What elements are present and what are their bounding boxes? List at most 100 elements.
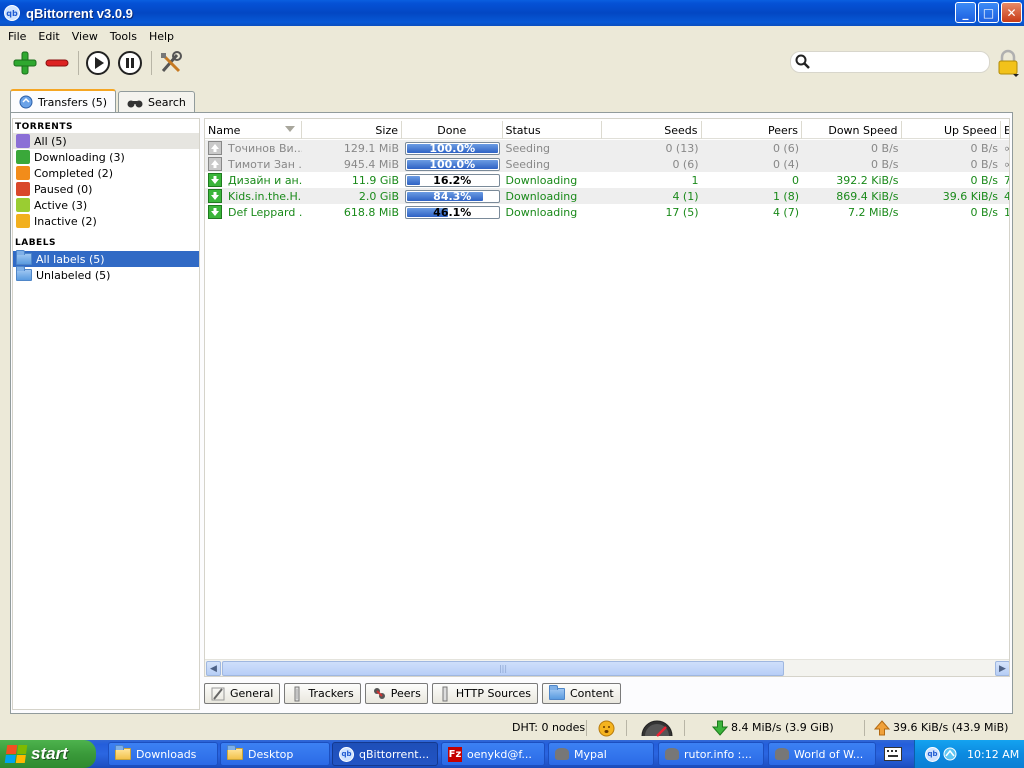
download-speed-status[interactable]: 8.4 MiB/s (3.9 GiB) [731,721,834,734]
maximize-icon: □ [982,5,995,20]
sidebar-item-label: Inactive (2) [34,214,97,228]
close-button[interactable]: ✕ [1001,2,1022,23]
taskbar-item-downloads[interactable]: Downloads [108,742,218,766]
keyboard-icon[interactable] [884,747,902,761]
sidebar-item-completed[interactable]: Completed (2) [13,165,199,181]
menu-edit[interactable]: Edit [32,30,65,43]
sidebar-item-unlabeled[interactable]: Unlabeled (5) [13,266,199,283]
downloading-icon [208,205,222,219]
torrent-peers: 1 (8) [772,189,800,203]
torrent-size: 945.4 MiB [343,157,400,171]
torrent-size: 129.1 MiB [343,141,400,155]
qbittorrent-tray-icon[interactable]: qb [925,746,940,762]
horizontal-scrollbar[interactable]: ◀ ||| ▶ [205,659,1009,676]
delete-torrent-button[interactable] [42,48,72,78]
taskbar-item-rutor[interactable]: rutor.info :... [658,742,764,766]
paused-icon [16,182,30,196]
all-icon [16,134,30,148]
search-field[interactable] [790,51,990,73]
scroll-left-button[interactable]: ◀ [206,661,221,676]
lock-button[interactable] [996,49,1020,77]
maximize-button[interactable]: □ [978,2,999,23]
sidebar-item-all[interactable]: All (5) [13,133,199,149]
progress-bar: 100.0% [405,141,500,155]
column-header-peers[interactable]: Peers [702,121,803,139]
torrent-eta: ∞ [1004,142,1009,155]
sidebar-item-label: Active (3) [34,198,88,212]
folder-icon [16,250,32,265]
network-icon[interactable] [943,747,957,761]
column-header-eta[interactable]: E [1001,121,1009,139]
content-folder-icon [548,684,565,700]
filezilla-icon: Fz [448,746,462,762]
column-label: Status [505,123,541,137]
main-window: File Edit View Tools Help Transfers (5) … [0,26,1024,740]
taskbar-item-qbittorrent[interactable]: qb qBittorrent... [332,742,438,766]
sidebar-item-inactive[interactable]: Inactive (2) [13,213,199,229]
menu-view[interactable]: View [66,30,104,43]
torrent-up-speed: 0 B/s [970,141,999,155]
taskbar-item-label: oenykd@f... [467,747,532,761]
upload-speed-status[interactable]: 39.6 KiB/s (43.9 MiB) [893,721,1008,734]
start-button[interactable]: start [0,740,96,768]
tab-http-sources[interactable]: HTTP Sources [431,683,538,704]
column-header-name[interactable]: Name [205,121,302,139]
taskbar-item-mypal[interactable]: Mypal [548,742,654,766]
sidebar-item-label: Unlabeled (5) [36,268,111,282]
progress-bar: 46.1% [405,205,500,219]
sidebar-item-paused[interactable]: Paused (0) [13,181,199,197]
clock[interactable]: 10:12 AM [967,748,1019,761]
torrent-status: Seeding [505,157,551,171]
taskbar-item-label: Mypal [574,747,607,761]
sidebar-item-label: All labels (5) [36,252,105,266]
taskbar-item-desktop[interactable]: Desktop [220,742,330,766]
add-torrent-button[interactable] [10,48,40,78]
search-icon [795,54,810,69]
tab-peers[interactable]: Peers [364,683,428,704]
pause-button[interactable] [115,48,145,78]
taskbar-item-world-of-w[interactable]: World of W... [768,742,876,766]
table-row[interactable]: Дизайн и ан... 11.9 GiB 16.2% Downloadin… [205,172,1009,188]
menu-help[interactable]: Help [143,30,180,43]
column-header-seeds[interactable]: Seeds [602,121,702,139]
taskbar-item-filezilla[interactable]: Fz oenykd@f... [441,742,545,766]
sidebar-item-active[interactable]: Active (3) [13,197,199,213]
resume-button[interactable] [83,48,113,78]
inactive-icon [16,214,30,228]
column-header-status[interactable]: Status [503,121,603,139]
options-button[interactable] [156,48,186,78]
tab-content[interactable]: Content [541,683,621,704]
menu-file[interactable]: File [2,30,32,43]
downloading-icon [16,150,30,164]
torrent-peers: 0 [792,173,800,187]
play-icon [86,51,110,75]
table-row[interactable]: Def Leppard ... 618.8 MiB 46.1% Download… [205,204,1009,220]
column-label: Done [437,123,467,137]
column-header-up-speed[interactable]: Up Speed [902,121,1002,139]
sidebar-item-all-labels[interactable]: All labels (5) [13,250,199,267]
chevron-left-icon: ◀ [210,663,217,674]
toolbar-separator [78,51,79,75]
scroll-right-button[interactable]: ▶ [995,661,1009,676]
column-header-size[interactable]: Size [302,121,403,139]
menu-tools[interactable]: Tools [104,30,143,43]
minimize-button[interactable]: _ [955,2,976,23]
tab-trackers[interactable]: Trackers [284,683,361,704]
speed-limit-icon[interactable] [640,719,674,737]
tab-general[interactable]: General [204,683,281,704]
tab-search[interactable]: Search [118,91,195,113]
connection-status-icon[interactable] [598,720,615,737]
table-row[interactable]: Точинов Ви... 129.1 MiB 100.0% Seeding 0… [205,140,1009,156]
seeding-icon [208,141,222,155]
tab-search-label: Search [148,96,186,109]
table-row[interactable]: Тимоти Зан ... 945.4 MiB 100.0% Seeding … [205,156,1009,172]
tab-transfers[interactable]: Transfers (5) [10,89,117,113]
scroll-thumb[interactable]: ||| [222,661,784,676]
column-header-down-speed[interactable]: Down Speed [802,121,902,139]
window-title: qBittorrent v3.0.9 [26,5,133,21]
start-label: start [31,744,68,763]
progress-text: 16.2% [433,173,472,187]
column-header-done[interactable]: Done [402,121,503,139]
sidebar-item-downloading[interactable]: Downloading (3) [13,149,199,165]
table-row[interactable]: Kids.in.the.H... 2.0 GiB 84.3% Downloadi… [205,188,1009,204]
